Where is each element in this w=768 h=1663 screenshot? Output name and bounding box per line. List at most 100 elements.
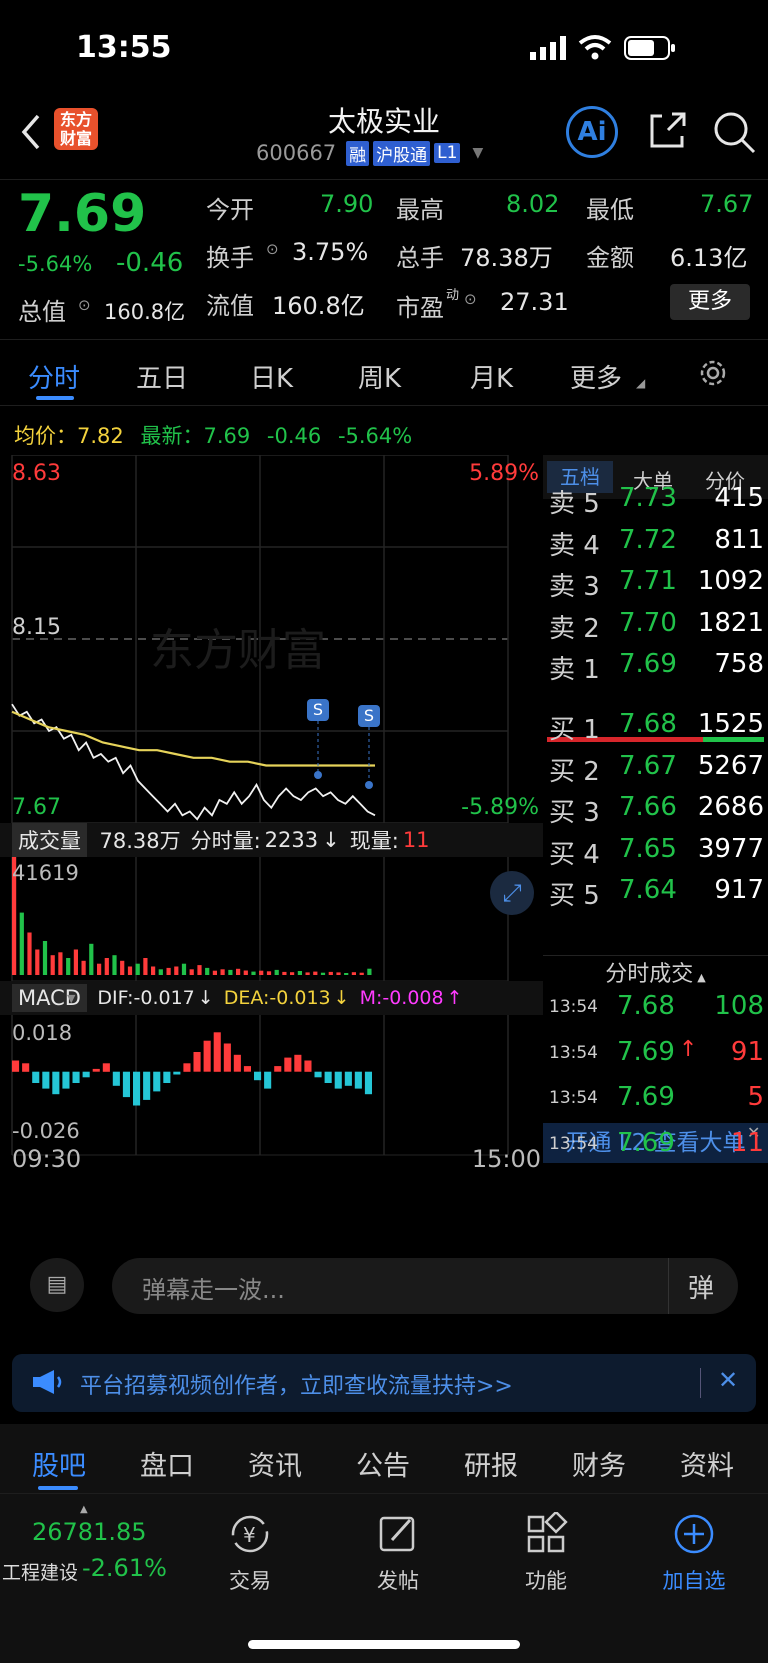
volume-bar	[351, 972, 356, 975]
s-marker[interactable]: S	[307, 699, 329, 721]
bid-row[interactable]: 买 5 7.64 917	[543, 871, 768, 911]
volume-bar	[243, 970, 248, 975]
volume-bar	[151, 966, 156, 975]
stock-code-row: 600667 融 沪股通 L1 ▼	[256, 140, 483, 166]
volume-bar	[27, 932, 32, 975]
tab-guba[interactable]: 股吧	[32, 1444, 86, 1483]
info-icon[interactable]: ⊙	[464, 290, 477, 308]
volume-bar	[58, 952, 63, 975]
info-icon[interactable]: ⊙	[266, 240, 279, 258]
ai-button[interactable]: Ai	[566, 106, 618, 158]
nav-trade[interactable]: ¥ 交易	[200, 1512, 300, 1595]
current-volume: 11	[402, 828, 430, 852]
tab-pankou[interactable]: 盘口	[140, 1444, 194, 1483]
minute-volume: 2233	[264, 828, 319, 852]
volume-max-label: 41619	[12, 861, 79, 885]
expand-button[interactable]: ⤢	[490, 871, 534, 915]
nav-post-label: 发帖	[377, 1569, 419, 1593]
ask-volume: 415	[714, 483, 764, 513]
volume-bar	[143, 958, 148, 975]
nav-post[interactable]: 发帖	[348, 1512, 448, 1595]
tick-price: 7.69	[617, 1127, 675, 1158]
turnover-value: 3.75%	[292, 238, 369, 266]
macd-bar	[344, 1071, 352, 1086]
tab-finance[interactable]: 财务	[572, 1444, 626, 1483]
danmu-input[interactable]: 弹幕走一波... 弹	[112, 1258, 738, 1314]
ask-row[interactable]: 卖 2 7.70 1821	[543, 604, 768, 644]
caret-down-icon[interactable]: ▼	[472, 145, 483, 161]
bid-volume: 917	[714, 875, 764, 905]
tab-research[interactable]: 研报	[464, 1444, 518, 1483]
time-start-label: 09:30	[12, 1145, 82, 1173]
tab-weekly-k[interactable]: 周K	[358, 358, 401, 395]
tick-row: 13:54 7.68 108	[543, 987, 768, 1027]
tab-intraday[interactable]: 分时	[28, 358, 80, 395]
chart-area[interactable]: 东方财富 8.63 5.89% 8.15 7.67 -5.89% S S 成交量…	[0, 455, 543, 1240]
danmu-settings-button[interactable]: ▤	[30, 1258, 84, 1312]
ask-row[interactable]: 卖 1 7.69 758	[543, 645, 768, 685]
volume-bar	[328, 971, 333, 975]
volume-bar	[359, 972, 364, 975]
tab-monthly-k[interactable]: 月K	[470, 358, 513, 395]
open-value: 7.90	[320, 190, 374, 218]
gear-icon[interactable]	[696, 356, 730, 394]
ask-row[interactable]: 卖 4 7.72 811	[543, 521, 768, 561]
promo-banner[interactable]: 平台招募视频创作者，立即查收流量扶持>> ✕	[12, 1354, 756, 1412]
index-ticker[interactable]: ▲ 26781.85 工程建设 -2.61%	[0, 1502, 190, 1592]
tab-daily-k[interactable]: 日K	[250, 358, 293, 395]
tab-news[interactable]: 资讯	[248, 1444, 302, 1483]
more-button[interactable]: 更多	[670, 284, 750, 320]
ask-row[interactable]: 卖 3 7.71 1092	[543, 562, 768, 602]
bid-price: 7.66	[619, 792, 677, 822]
macd-bar	[72, 1071, 80, 1083]
ask-volume: 758	[714, 649, 764, 679]
nav-functions[interactable]: 功能	[496, 1510, 596, 1595]
bid-row[interactable]: 买 2 7.67 5267	[543, 747, 768, 787]
volume-bar	[297, 971, 302, 975]
high-label: 最高	[396, 196, 444, 224]
bid-row[interactable]: 买 3 7.66 2686	[543, 788, 768, 828]
ask-price: 7.70	[619, 607, 677, 638]
bid-price: 7.67	[619, 750, 677, 781]
time-end-label: 15:00	[471, 1145, 541, 1173]
macd-bar	[304, 1060, 312, 1072]
s-marker[interactable]: S	[358, 705, 380, 727]
bid-volume: 5267	[697, 750, 764, 781]
search-icon[interactable]	[712, 110, 756, 158]
volume-total: 78.38万	[99, 829, 181, 853]
tab-more[interactable]: 更多	[570, 358, 622, 395]
tab-announcement[interactable]: 公告	[356, 1444, 410, 1483]
volume-selector[interactable]: 成交量	[12, 823, 87, 857]
volume-bar	[174, 966, 179, 975]
bottom-nav: ▲ 26781.85 工程建设 -2.61% ¥ 交易 发帖 功能 加自选	[0, 1494, 768, 1663]
volume-bar	[42, 941, 48, 975]
macd-bar	[274, 1066, 282, 1072]
grid-icon	[527, 1510, 568, 1553]
danmu-toggle[interactable]: 弹	[688, 1268, 714, 1305]
volume-bar	[320, 972, 326, 975]
danmu-bar: ▤ 弹幕走一波... 弹	[0, 1240, 768, 1330]
ask-row[interactable]: 卖 5 7.73 415	[543, 479, 768, 519]
bid-row[interactable]: 买 4 7.65 3977	[543, 830, 768, 870]
macd-selector[interactable]: MACD	[12, 984, 87, 1012]
caret-up-icon: ▲	[697, 971, 706, 984]
close-icon[interactable]: ✕	[718, 1366, 738, 1394]
info-icon[interactable]: ⊙	[78, 296, 91, 314]
float-value-label: 流值	[206, 292, 254, 320]
level-badge: L1	[434, 143, 461, 163]
nav-add-watchlist[interactable]: 加自选	[644, 1512, 744, 1595]
danmu-placeholder: 弹幕走一波...	[142, 1276, 285, 1304]
macd-bar	[233, 1054, 241, 1072]
share-icon[interactable]	[646, 110, 688, 156]
ticks-title: 分时成交	[605, 962, 694, 987]
tab-profile[interactable]: 资料	[680, 1444, 734, 1483]
macd-bar	[223, 1043, 231, 1072]
macd-bar	[183, 1063, 191, 1072]
volume-bar	[135, 963, 140, 975]
macd-bar	[32, 1071, 40, 1083]
bid-label: 买 2	[549, 756, 600, 787]
tab-five-day[interactable]: 五日	[136, 358, 188, 395]
bid-row[interactable]: 买 1 7.68 1525	[543, 705, 768, 745]
volume-bar	[282, 971, 287, 975]
volume-bar	[344, 973, 349, 975]
